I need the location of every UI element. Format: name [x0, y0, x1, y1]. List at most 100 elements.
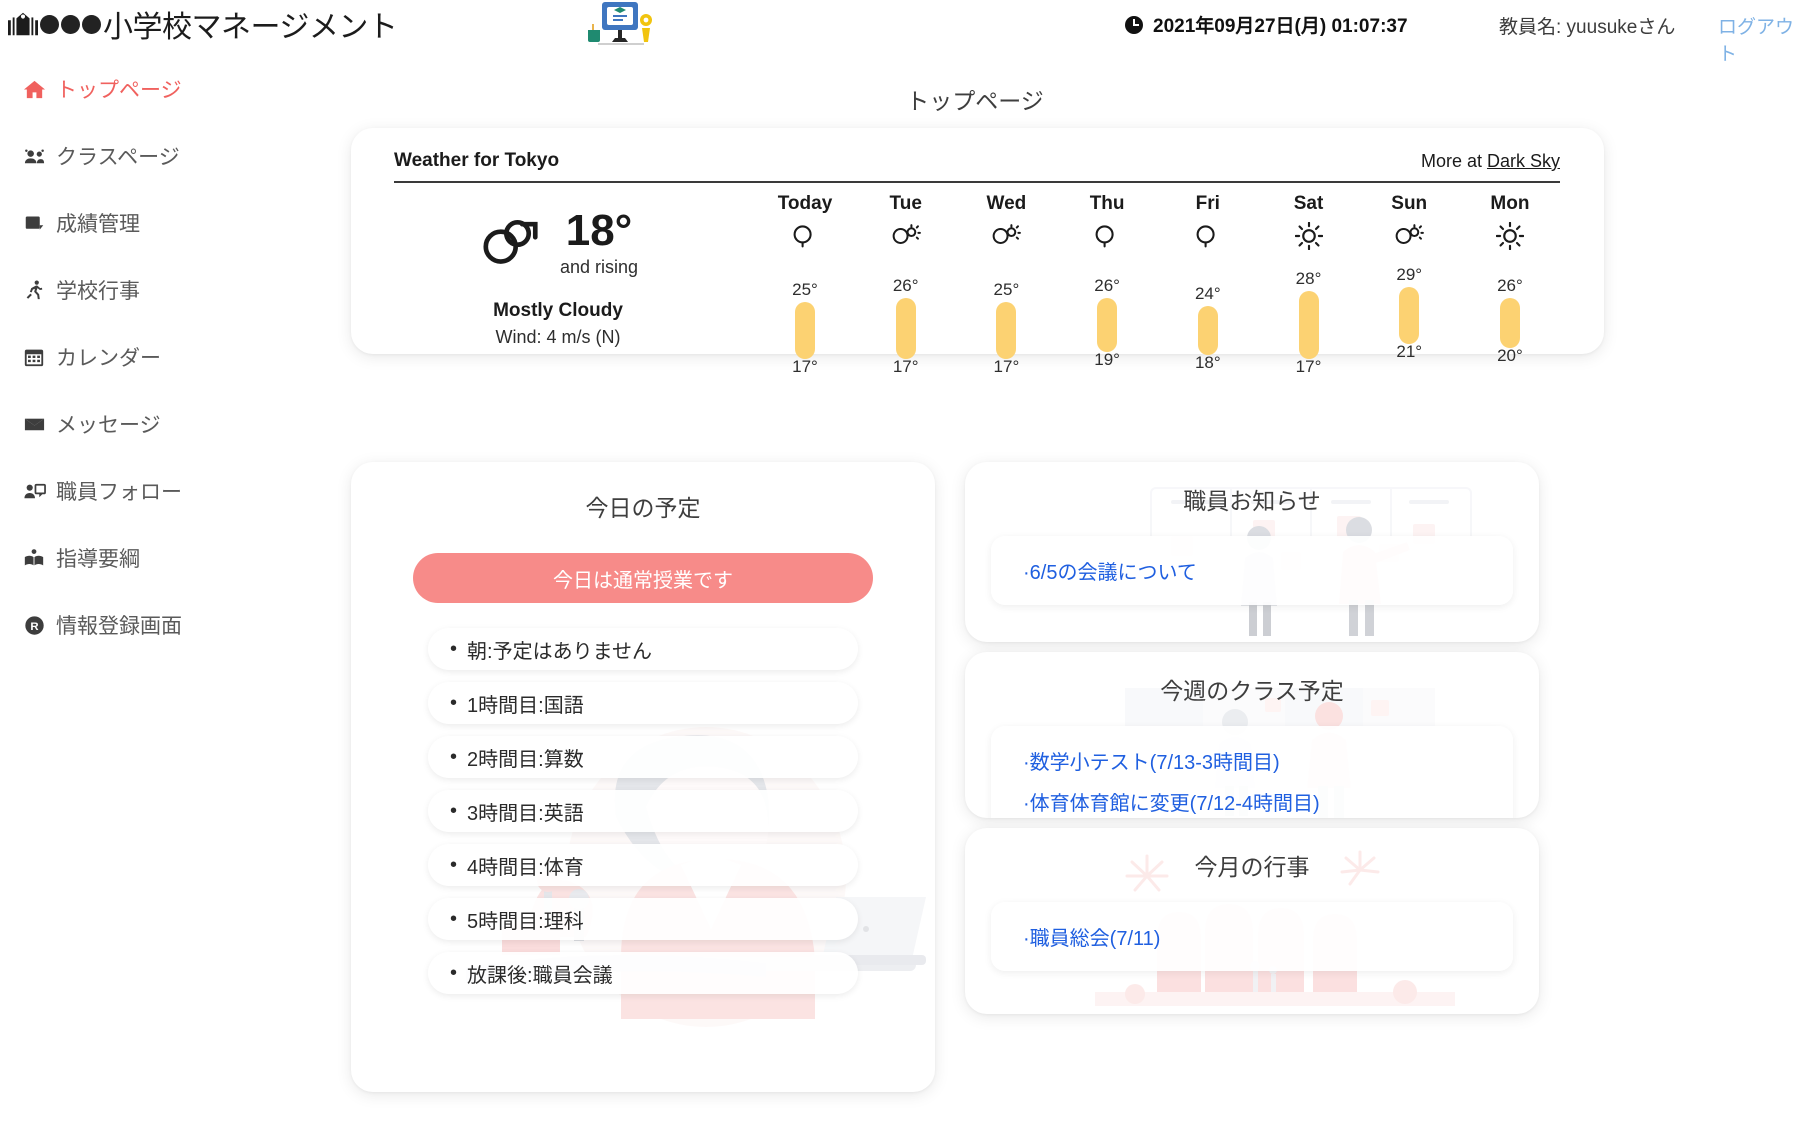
envelope-icon [22, 412, 46, 436]
forecast-bar [1499, 298, 1520, 348]
weather-body: 18° and rising Mostly Cloudy Wind: 4 m/s… [381, 183, 1574, 376]
today-schedule-label: 5時間目:理科 [467, 910, 584, 933]
today-banner[interactable]: 今日は通常授業です [413, 553, 873, 603]
cloud-icon [1067, 219, 1147, 253]
sidebar-item-label: 成績管理 [56, 213, 140, 236]
bullet-icon: • [450, 962, 458, 984]
brand-dots [40, 14, 101, 34]
forecast-bar [1399, 286, 1420, 344]
sidebar-item-top-page[interactable]: トップページ [0, 72, 340, 106]
weather-more-prefix: More at [1420, 151, 1487, 171]
sidebar-item-label: トップページ [56, 79, 182, 102]
today-title: 今日の予定 [585, 495, 701, 521]
forecast-day: Wed 25° 17° [966, 193, 1046, 376]
sidebar-item-grades[interactable]: 成績管理 [0, 206, 340, 240]
sidebar-item-school-events[interactable]: 学校行事 [0, 273, 340, 307]
forecast-high: 26° [1497, 276, 1523, 296]
month-events-card: 今月の行事 ·職員総会(7/11) [965, 828, 1539, 1014]
sidebar-item-guidelines[interactable]: 指導要綱 [0, 541, 340, 575]
datetime-text: 2021年09月27日(月) 01:07:37 [1153, 16, 1408, 37]
month-list: ·職員総会(7/11) [991, 902, 1513, 971]
weather-more: More at Dark Sky [1421, 151, 1560, 172]
forecast-high: 25° [993, 280, 1020, 300]
forecast-day-name: Thu [1089, 193, 1125, 214]
forecast-day-name: Fri [1195, 193, 1220, 214]
forecast-day: Tue 26° 17° [866, 193, 946, 376]
dark-sky-link[interactable]: Dark Sky [1487, 151, 1560, 171]
bullet-icon: • [450, 746, 458, 768]
sidebar-item-staff-follow[interactable]: 職員フォロー [0, 474, 340, 508]
today-schedule-list: • 朝:予定はありません • 1時間目:国語 • 2時間目:算数 • 3時間目:英語 • 4時間目… [351, 628, 935, 994]
bullet-icon: • [450, 800, 458, 822]
forecast-low: 19° [1094, 349, 1120, 369]
sidebar-item-info-registration[interactable]: R 情報登録画面 [0, 608, 340, 642]
svg-text:R: R [30, 620, 38, 632]
today-schedule-label: 2時間目:算数 [467, 748, 584, 771]
forecast-day-name: Wed [986, 193, 1027, 214]
today-schedule-label: 放課後:職員会議 [467, 964, 613, 987]
notice-list: ·6/5の会議について [991, 536, 1513, 605]
month-link[interactable]: ·職員総会(7/11) [991, 916, 1513, 957]
forecast-low: 18° [1194, 353, 1221, 373]
sun-icon [1470, 219, 1550, 253]
bullet-icon: • [450, 854, 458, 876]
presentation-board-icon [578, 0, 662, 52]
sun-cloud-icon [966, 219, 1046, 253]
today-schedule-row[interactable]: • 1時間目:国語 [428, 682, 858, 724]
today-schedule-row[interactable]: • 4時間目:体育 [428, 844, 858, 886]
app-header: 小学校マネージメント 2021年09月27日(月) 01:07:37 教員名: … [0, 0, 1800, 65]
forecast-bar [996, 302, 1017, 360]
week-class-plan-card: 今週のクラス予定 ·数学小テスト(7/13-3時間目) ·体育体育館に変更(7/1… [965, 652, 1539, 818]
week-link[interactable]: ·数学小テスト(7/13-3時間目) [991, 740, 1513, 781]
month-title: 今月の行事 [1194, 854, 1310, 880]
today-schedule-label: 1時間目:国語 [467, 694, 584, 717]
brand-dot [40, 14, 59, 34]
bullet-icon: • [450, 692, 458, 714]
forecast-day-graph: 24° 18° [1168, 257, 1248, 372]
sidebar-item-class-page[interactable]: クラスページ [0, 139, 340, 173]
forecast-bar [795, 302, 815, 360]
sidebar: トップページ クラスページ 成績管理 学校行事 カレンダー メッセージ 職員フォ… [0, 72, 340, 1132]
today-schedule-row[interactable]: • 5時間目:理科 [428, 898, 858, 940]
logout-link[interactable]: ログアウト [1718, 12, 1800, 66]
forecast-day: Mon 26° 20° [1470, 193, 1550, 365]
forecast-bar [895, 298, 916, 360]
brand[interactable]: 小学校マネージメント [8, 2, 398, 46]
clock-icon [1125, 15, 1143, 34]
forecast-low: 17° [792, 357, 818, 377]
chalkboard-icon [22, 211, 46, 235]
forecast-day-graph: 29° 21° [1369, 257, 1449, 361]
weather-header: Weather for Tokyo More at Dark Sky [394, 150, 1560, 183]
today-schedule-label: 3時間目:英語 [467, 802, 584, 825]
forecast-low: 21° [1396, 341, 1423, 361]
registered-icon: R [22, 613, 46, 637]
today-schedule-row[interactable]: • 放課後:職員会議 [428, 952, 858, 994]
forecast-day: Today 25° 17° [765, 193, 845, 376]
today-schedule-row[interactable]: • 3時間目:英語 [428, 790, 858, 832]
forecast-day-name: Tue [889, 193, 922, 214]
sidebar-item-message[interactable]: メッセージ [0, 407, 340, 441]
forecast-low: 17° [993, 357, 1020, 377]
forecast-low: 20° [1497, 345, 1523, 365]
today-schedule-label: 朝:予定はありません [467, 640, 652, 663]
sun-cloud-icon [866, 219, 946, 253]
teacher-name: 教員名: yuusukeさん [1499, 17, 1676, 38]
forecast-day-name: Today [777, 193, 833, 214]
today-schedule-row[interactable]: • 2時間目:算数 [428, 736, 858, 778]
sidebar-item-label: 情報登録画面 [56, 615, 182, 638]
home-icon [22, 77, 46, 101]
sun-cloud-icon [1369, 219, 1449, 253]
forecast-day: Sun 29° 21° [1369, 193, 1449, 361]
header-datetime: 2021年09月27日(月) 01:07:37 [1125, 11, 1408, 38]
school-icon [8, 9, 38, 39]
today-schedule-row[interactable]: • 朝:予定はありません [428, 628, 858, 670]
notice-link[interactable]: ·6/5の会議について [991, 550, 1513, 591]
week-link[interactable]: ·体育体育館に変更(7/12-4時間目) [991, 781, 1513, 818]
forecast-day-graph: 28° 17° [1269, 257, 1349, 377]
weather-widget: Weather for Tokyo More at Dark Sky 18° a… [351, 128, 1604, 376]
forecast-day-name: Sat [1293, 193, 1324, 214]
sidebar-item-label: カレンダー [56, 347, 161, 370]
notice-title: 職員お知らせ [1183, 488, 1321, 514]
sidebar-item-calendar[interactable]: カレンダー [0, 340, 340, 374]
user-card-icon [22, 479, 46, 503]
